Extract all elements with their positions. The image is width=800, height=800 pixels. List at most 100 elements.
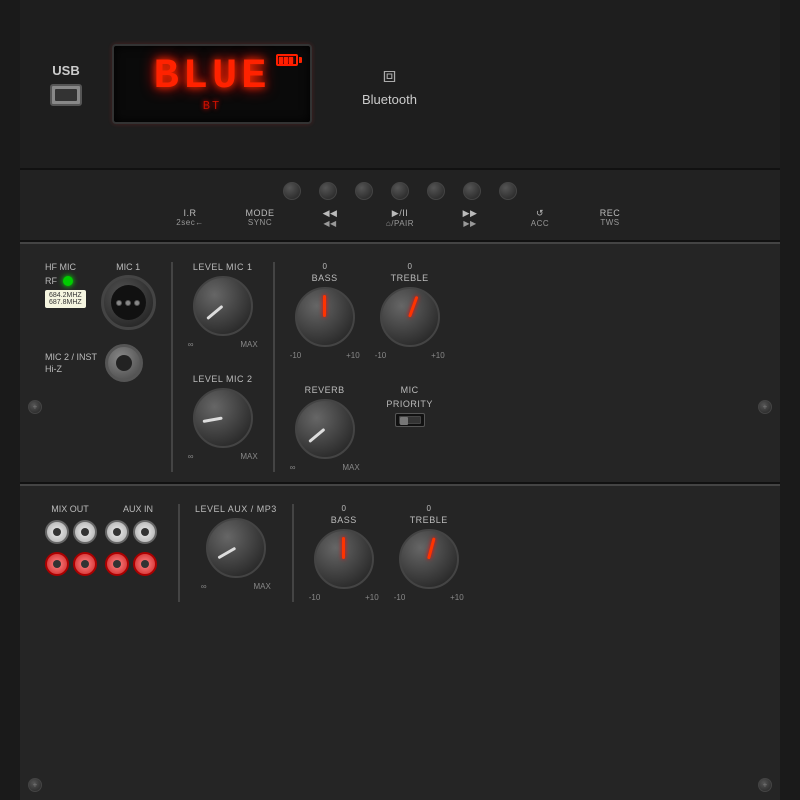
aux-in-label: AUX IN: [113, 504, 163, 514]
level-mic-knobs: LEVEL MIC 1 ∞ MAX LEVEL MIC 2 ∞ MAX: [188, 262, 258, 461]
rca-aux-red-2[interactable]: [133, 552, 157, 576]
reverb-label: REVERB: [305, 385, 345, 395]
led-display: BLUE BT: [112, 44, 312, 124]
rca-white-1[interactable]: [45, 520, 69, 544]
level-mic1-knob[interactable]: [193, 276, 253, 336]
reverb-scale: ∞ MAX: [290, 463, 360, 472]
bluetooth-area: ⧈ Bluetooth: [362, 62, 417, 107]
ctrl-label-acc-top: ↺: [536, 208, 544, 219]
mic2-label: MIC 2 / INST: [45, 352, 97, 363]
mic1-label: MIC 1: [116, 262, 140, 272]
rca-pairs-row: [45, 520, 163, 576]
rca-white-2[interactable]: [73, 520, 97, 544]
usb-label: USB: [52, 63, 79, 78]
usb-port-inner: [55, 89, 77, 101]
control-btn-3[interactable]: [355, 182, 373, 200]
v-divider-4: [292, 504, 294, 602]
ctrl-label-mode-top: MODE: [246, 208, 275, 218]
level-mic1-label: LEVEL MIC 1: [193, 262, 253, 272]
rca-aux-white-1[interactable]: [105, 520, 129, 544]
panel: USB BLUE BT ⧈ Bluetooth: [20, 0, 780, 800]
mix-out-connectors: [45, 520, 97, 576]
bass-bottom-scale: -10 +10: [309, 593, 379, 602]
rca-connectors-col: MIX OUT AUX IN: [45, 504, 163, 576]
treble-indicator: [408, 296, 418, 318]
treble-knob[interactable]: [380, 287, 440, 347]
mix-out-pair-1: [45, 520, 97, 544]
control-btn-5[interactable]: [427, 182, 445, 200]
level-mic1-scale: ∞ MAX: [188, 340, 258, 349]
screw-mr: [758, 400, 772, 414]
mic-connectors-col: HF MIC RF 684.2MHZ 687.8MHZ MIC 1: [45, 262, 156, 382]
level-mic2-knob[interactable]: [193, 388, 253, 448]
freq-label: 684.2MHZ 687.8MHZ: [45, 290, 86, 308]
rca-aux-white-2[interactable]: [133, 520, 157, 544]
ctrl-label-playpause: ▶/II ⌂/PAIR: [365, 208, 435, 228]
bass-bottom-knob[interactable]: [314, 529, 374, 589]
labels-row: I.R 2sec← MODE SYNC ◀◀ ◀◀ ▶/II ⌂/PAIR ▶▶…: [50, 208, 750, 228]
rca-aux-red-1[interactable]: [105, 552, 129, 576]
control-btn-7[interactable]: [499, 182, 517, 200]
led-text: BLUE: [154, 55, 271, 97]
aux-in-connectors: [105, 520, 157, 576]
control-btn-4[interactable]: [391, 182, 409, 200]
trs-connector[interactable]: [105, 344, 143, 382]
ctrl-label-rec: REC TWS: [575, 208, 645, 228]
v-divider-2: [273, 262, 275, 472]
ctrl-label-acc-bot: ACC: [531, 219, 549, 228]
rf-label: RF: [45, 276, 57, 286]
ctrl-label-prev-bot: ◀◀: [323, 219, 336, 228]
bass-knob[interactable]: [295, 287, 355, 347]
bass-bottom-indicator: [342, 537, 345, 559]
ctrl-label-ir-bot: 2sec←: [176, 218, 203, 227]
bass-indicator: [323, 295, 326, 317]
treble-scale: -10 +10: [375, 351, 445, 360]
ctrl-label-acc: ↺ ACC: [505, 208, 575, 228]
reverb-knob[interactable]: [295, 399, 355, 459]
level-aux-knob[interactable]: [206, 518, 266, 578]
ctrl-label-play-top: ▶/II: [392, 208, 408, 219]
screw-bl: [28, 778, 42, 792]
control-btn-1[interactable]: [283, 182, 301, 200]
level-mic2-knob-group: LEVEL MIC 2 ∞ MAX: [188, 374, 258, 461]
bluetooth-label: Bluetooth: [362, 92, 417, 107]
ctrl-label-next: ▶▶ ▶▶: [435, 208, 505, 228]
control-btn-6[interactable]: [463, 182, 481, 200]
treble-bottom-label: TREBLE: [410, 515, 448, 525]
treble-knob-group: 0 TREBLE -10 +10: [375, 262, 445, 360]
hf-mic-label: HF MIC: [45, 262, 76, 272]
priority-switch[interactable]: [395, 413, 425, 427]
trs-inner: [116, 355, 132, 371]
ctrl-label-rec-bot: TWS: [600, 218, 619, 227]
ctrl-label-play-bot: ⌂/PAIR: [386, 219, 414, 228]
mic-priority-group: MIC PRIORITY: [386, 385, 433, 427]
level-mic1-indicator: [206, 305, 223, 320]
ctrl-label-ir: I.R 2sec←: [155, 208, 225, 228]
level-aux-scale: ∞ MAX: [201, 582, 271, 591]
bass-label: BASS: [312, 273, 338, 283]
v-divider-1: [171, 262, 173, 472]
bass-bottom-label: BASS: [331, 515, 357, 525]
led-sub: BT: [203, 99, 221, 113]
aux-in-pair-2: [105, 552, 157, 576]
aux-in-pair-1: [105, 520, 157, 544]
ctrl-label-prev-top: ◀◀: [323, 208, 338, 219]
v-divider-3: [178, 504, 180, 602]
level-mic2-scale: ∞ MAX: [188, 452, 258, 461]
mic2-connector-area: MIC 2 / INST Hi-Z: [45, 344, 156, 382]
screw-ml: [28, 400, 42, 414]
rca-red-2[interactable]: [73, 552, 97, 576]
reverb-knob-group: REVERB ∞ MAX: [290, 385, 360, 472]
level-mic1-knob-group: LEVEL MIC 1 ∞ MAX: [188, 262, 258, 349]
level-aux-indicator: [218, 547, 237, 560]
bluetooth-icon: ⧈: [382, 62, 396, 88]
xlr-connector[interactable]: [101, 275, 156, 330]
control-btn-2[interactable]: [319, 182, 337, 200]
treble-bottom-knob[interactable]: [399, 529, 459, 589]
mix-out-label: MIX OUT: [45, 504, 95, 514]
ctrl-label-next-bot: ▶▶: [463, 219, 476, 228]
level-mic2-indicator: [203, 417, 223, 423]
usb-port[interactable]: [50, 84, 82, 106]
treble-bottom-scale: -10 +10: [394, 593, 464, 602]
rca-red-1[interactable]: [45, 552, 69, 576]
